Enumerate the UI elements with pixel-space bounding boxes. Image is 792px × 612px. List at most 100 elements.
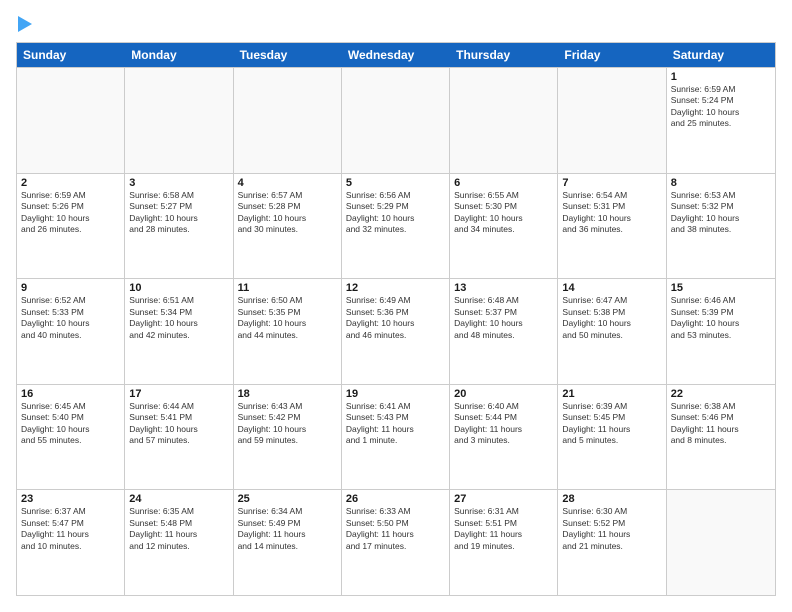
day-number: 5 bbox=[346, 177, 445, 189]
calendar-day-16: 16Sunrise: 6:45 AM Sunset: 5:40 PM Dayli… bbox=[17, 385, 125, 490]
day-info: Sunrise: 6:57 AM Sunset: 5:28 PM Dayligh… bbox=[238, 190, 337, 236]
calendar-day-8: 8Sunrise: 6:53 AM Sunset: 5:32 PM Daylig… bbox=[667, 174, 775, 279]
day-number: 8 bbox=[671, 177, 771, 189]
calendar-day-5: 5Sunrise: 6:56 AM Sunset: 5:29 PM Daylig… bbox=[342, 174, 450, 279]
header bbox=[16, 16, 776, 32]
day-info: Sunrise: 6:49 AM Sunset: 5:36 PM Dayligh… bbox=[346, 295, 445, 341]
day-number: 13 bbox=[454, 282, 553, 294]
calendar-empty-cell bbox=[558, 68, 666, 173]
calendar-day-12: 12Sunrise: 6:49 AM Sunset: 5:36 PM Dayli… bbox=[342, 279, 450, 384]
day-info: Sunrise: 6:33 AM Sunset: 5:50 PM Dayligh… bbox=[346, 506, 445, 552]
day-info: Sunrise: 6:50 AM Sunset: 5:35 PM Dayligh… bbox=[238, 295, 337, 341]
calendar-day-21: 21Sunrise: 6:39 AM Sunset: 5:45 PM Dayli… bbox=[558, 385, 666, 490]
day-info: Sunrise: 6:44 AM Sunset: 5:41 PM Dayligh… bbox=[129, 401, 228, 447]
day-number: 3 bbox=[129, 177, 228, 189]
day-info: Sunrise: 6:47 AM Sunset: 5:38 PM Dayligh… bbox=[562, 295, 661, 341]
day-info: Sunrise: 6:56 AM Sunset: 5:29 PM Dayligh… bbox=[346, 190, 445, 236]
day-info: Sunrise: 6:45 AM Sunset: 5:40 PM Dayligh… bbox=[21, 401, 120, 447]
calendar-day-3: 3Sunrise: 6:58 AM Sunset: 5:27 PM Daylig… bbox=[125, 174, 233, 279]
calendar-week-2: 2Sunrise: 6:59 AM Sunset: 5:26 PM Daylig… bbox=[17, 173, 775, 279]
calendar-day-7: 7Sunrise: 6:54 AM Sunset: 5:31 PM Daylig… bbox=[558, 174, 666, 279]
calendar-day-9: 9Sunrise: 6:52 AM Sunset: 5:33 PM Daylig… bbox=[17, 279, 125, 384]
day-number: 15 bbox=[671, 282, 771, 294]
day-number: 6 bbox=[454, 177, 553, 189]
day-info: Sunrise: 6:40 AM Sunset: 5:44 PM Dayligh… bbox=[454, 401, 553, 447]
day-info: Sunrise: 6:54 AM Sunset: 5:31 PM Dayligh… bbox=[562, 190, 661, 236]
calendar-week-1: 1Sunrise: 6:59 AM Sunset: 5:24 PM Daylig… bbox=[17, 67, 775, 173]
day-number: 9 bbox=[21, 282, 120, 294]
day-number: 17 bbox=[129, 388, 228, 400]
day-number: 27 bbox=[454, 493, 553, 505]
day-number: 4 bbox=[238, 177, 337, 189]
calendar-week-5: 23Sunrise: 6:37 AM Sunset: 5:47 PM Dayli… bbox=[17, 489, 775, 595]
calendar-day-19: 19Sunrise: 6:41 AM Sunset: 5:43 PM Dayli… bbox=[342, 385, 450, 490]
day-info: Sunrise: 6:37 AM Sunset: 5:47 PM Dayligh… bbox=[21, 506, 120, 552]
day-number: 16 bbox=[21, 388, 120, 400]
calendar-day-18: 18Sunrise: 6:43 AM Sunset: 5:42 PM Dayli… bbox=[234, 385, 342, 490]
calendar-day-4: 4Sunrise: 6:57 AM Sunset: 5:28 PM Daylig… bbox=[234, 174, 342, 279]
calendar-day-10: 10Sunrise: 6:51 AM Sunset: 5:34 PM Dayli… bbox=[125, 279, 233, 384]
day-of-week-tuesday: Tuesday bbox=[234, 43, 342, 67]
day-info: Sunrise: 6:59 AM Sunset: 5:26 PM Dayligh… bbox=[21, 190, 120, 236]
calendar-empty-cell bbox=[342, 68, 450, 173]
logo bbox=[16, 16, 32, 32]
calendar-day-26: 26Sunrise: 6:33 AM Sunset: 5:50 PM Dayli… bbox=[342, 490, 450, 595]
calendar-day-11: 11Sunrise: 6:50 AM Sunset: 5:35 PM Dayli… bbox=[234, 279, 342, 384]
day-number: 7 bbox=[562, 177, 661, 189]
day-number: 26 bbox=[346, 493, 445, 505]
day-info: Sunrise: 6:48 AM Sunset: 5:37 PM Dayligh… bbox=[454, 295, 553, 341]
day-of-week-monday: Monday bbox=[125, 43, 233, 67]
day-info: Sunrise: 6:30 AM Sunset: 5:52 PM Dayligh… bbox=[562, 506, 661, 552]
day-number: 23 bbox=[21, 493, 120, 505]
calendar-day-22: 22Sunrise: 6:38 AM Sunset: 5:46 PM Dayli… bbox=[667, 385, 775, 490]
day-of-week-saturday: Saturday bbox=[667, 43, 775, 67]
calendar-empty-cell bbox=[125, 68, 233, 173]
calendar-day-17: 17Sunrise: 6:44 AM Sunset: 5:41 PM Dayli… bbox=[125, 385, 233, 490]
calendar-day-28: 28Sunrise: 6:30 AM Sunset: 5:52 PM Dayli… bbox=[558, 490, 666, 595]
day-info: Sunrise: 6:51 AM Sunset: 5:34 PM Dayligh… bbox=[129, 295, 228, 341]
day-of-week-thursday: Thursday bbox=[450, 43, 558, 67]
day-info: Sunrise: 6:35 AM Sunset: 5:48 PM Dayligh… bbox=[129, 506, 228, 552]
day-info: Sunrise: 6:31 AM Sunset: 5:51 PM Dayligh… bbox=[454, 506, 553, 552]
calendar: SundayMondayTuesdayWednesdayThursdayFrid… bbox=[16, 42, 776, 596]
day-number: 21 bbox=[562, 388, 661, 400]
day-of-week-friday: Friday bbox=[558, 43, 666, 67]
day-info: Sunrise: 6:58 AM Sunset: 5:27 PM Dayligh… bbox=[129, 190, 228, 236]
calendar-empty-cell bbox=[450, 68, 558, 173]
logo-arrow-icon bbox=[18, 16, 32, 32]
calendar-week-3: 9Sunrise: 6:52 AM Sunset: 5:33 PM Daylig… bbox=[17, 278, 775, 384]
day-number: 14 bbox=[562, 282, 661, 294]
calendar-day-25: 25Sunrise: 6:34 AM Sunset: 5:49 PM Dayli… bbox=[234, 490, 342, 595]
day-info: Sunrise: 6:41 AM Sunset: 5:43 PM Dayligh… bbox=[346, 401, 445, 447]
day-info: Sunrise: 6:39 AM Sunset: 5:45 PM Dayligh… bbox=[562, 401, 661, 447]
calendar-day-23: 23Sunrise: 6:37 AM Sunset: 5:47 PM Dayli… bbox=[17, 490, 125, 595]
calendar-body: 1Sunrise: 6:59 AM Sunset: 5:24 PM Daylig… bbox=[17, 67, 775, 595]
day-info: Sunrise: 6:43 AM Sunset: 5:42 PM Dayligh… bbox=[238, 401, 337, 447]
day-info: Sunrise: 6:53 AM Sunset: 5:32 PM Dayligh… bbox=[671, 190, 771, 236]
day-number: 11 bbox=[238, 282, 337, 294]
calendar-empty-cell bbox=[234, 68, 342, 173]
calendar-day-15: 15Sunrise: 6:46 AM Sunset: 5:39 PM Dayli… bbox=[667, 279, 775, 384]
day-number: 2 bbox=[21, 177, 120, 189]
page: SundayMondayTuesdayWednesdayThursdayFrid… bbox=[0, 0, 792, 612]
calendar-day-24: 24Sunrise: 6:35 AM Sunset: 5:48 PM Dayli… bbox=[125, 490, 233, 595]
day-number: 22 bbox=[671, 388, 771, 400]
day-number: 24 bbox=[129, 493, 228, 505]
day-info: Sunrise: 6:52 AM Sunset: 5:33 PM Dayligh… bbox=[21, 295, 120, 341]
day-number: 28 bbox=[562, 493, 661, 505]
day-number: 19 bbox=[346, 388, 445, 400]
calendar-day-2: 2Sunrise: 6:59 AM Sunset: 5:26 PM Daylig… bbox=[17, 174, 125, 279]
calendar-day-1: 1Sunrise: 6:59 AM Sunset: 5:24 PM Daylig… bbox=[667, 68, 775, 173]
day-number: 25 bbox=[238, 493, 337, 505]
calendar-day-27: 27Sunrise: 6:31 AM Sunset: 5:51 PM Dayli… bbox=[450, 490, 558, 595]
day-number: 12 bbox=[346, 282, 445, 294]
day-info: Sunrise: 6:34 AM Sunset: 5:49 PM Dayligh… bbox=[238, 506, 337, 552]
day-number: 10 bbox=[129, 282, 228, 294]
calendar-empty-cell bbox=[667, 490, 775, 595]
calendar-week-4: 16Sunrise: 6:45 AM Sunset: 5:40 PM Dayli… bbox=[17, 384, 775, 490]
calendar-empty-cell bbox=[17, 68, 125, 173]
day-info: Sunrise: 6:55 AM Sunset: 5:30 PM Dayligh… bbox=[454, 190, 553, 236]
calendar-day-20: 20Sunrise: 6:40 AM Sunset: 5:44 PM Dayli… bbox=[450, 385, 558, 490]
day-info: Sunrise: 6:59 AM Sunset: 5:24 PM Dayligh… bbox=[671, 84, 771, 130]
day-number: 18 bbox=[238, 388, 337, 400]
